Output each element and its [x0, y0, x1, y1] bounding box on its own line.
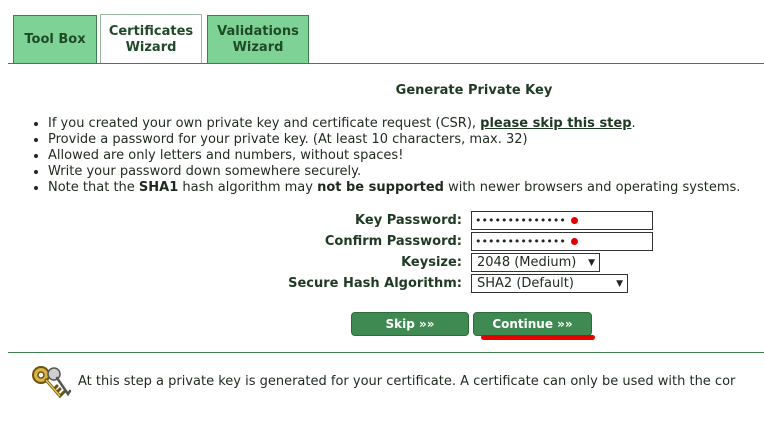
confirm-password-input[interactable]: •••••••••••••• [471, 232, 653, 251]
tab-validations-wizard-label: Validations Wizard [217, 23, 299, 55]
keysize-select[interactable]: 2048 (Medium) ▼ [471, 253, 600, 272]
instructions-list: If you created your own private key and … [30, 116, 740, 196]
annotation-dot [570, 217, 578, 224]
tab-divider [8, 63, 764, 64]
instruction-item: Allowed are only letters and numbers, wi… [48, 148, 740, 164]
skip-button[interactable]: Skip »» [351, 312, 469, 336]
tab-tool-box[interactable]: Tool Box [13, 15, 97, 63]
section-divider [8, 352, 764, 353]
page-title: Generate Private Key [395, 83, 553, 98]
keysize-label: Keysize: [401, 255, 462, 270]
instruction-item: If you created your own private key and … [48, 116, 740, 132]
key-password-input[interactable]: •••••••••••••• [471, 211, 653, 230]
hash-algorithm-label: Secure Hash Algorithm: [288, 276, 462, 291]
skip-step-link[interactable]: please skip this step [480, 116, 631, 131]
key-password-label: Key Password: [355, 213, 462, 228]
annotation-dot [570, 238, 578, 245]
instruction-item: Provide a password for your private key.… [48, 132, 740, 148]
dropdown-arrow-icon: ▼ [588, 257, 595, 268]
keys-icon [32, 366, 72, 399]
tab-certificates-wizard-label: Certificates Wizard [108, 23, 194, 55]
confirm-password-label: Confirm Password: [324, 234, 462, 249]
continue-button[interactable]: Continue »» [473, 312, 592, 336]
tab-certificates-wizard[interactable]: Certificates Wizard [100, 14, 202, 64]
tab-tool-box-label: Tool Box [24, 31, 86, 47]
annotation-underline [481, 335, 595, 340]
dropdown-arrow-icon: ▼ [616, 278, 623, 289]
tab-bar: Tool Box Certificates Wizard Validations… [0, 0, 764, 64]
footer-description: At this step a private key is generated … [78, 374, 736, 389]
hash-algorithm-select[interactable]: SHA2 (Default) ▼ [471, 274, 628, 293]
instruction-item: Write your password down somewhere secur… [48, 164, 740, 180]
instruction-item: Note that the SHA1 hash algorithm may no… [48, 180, 740, 196]
tab-validations-wizard[interactable]: Validations Wizard [207, 15, 309, 63]
